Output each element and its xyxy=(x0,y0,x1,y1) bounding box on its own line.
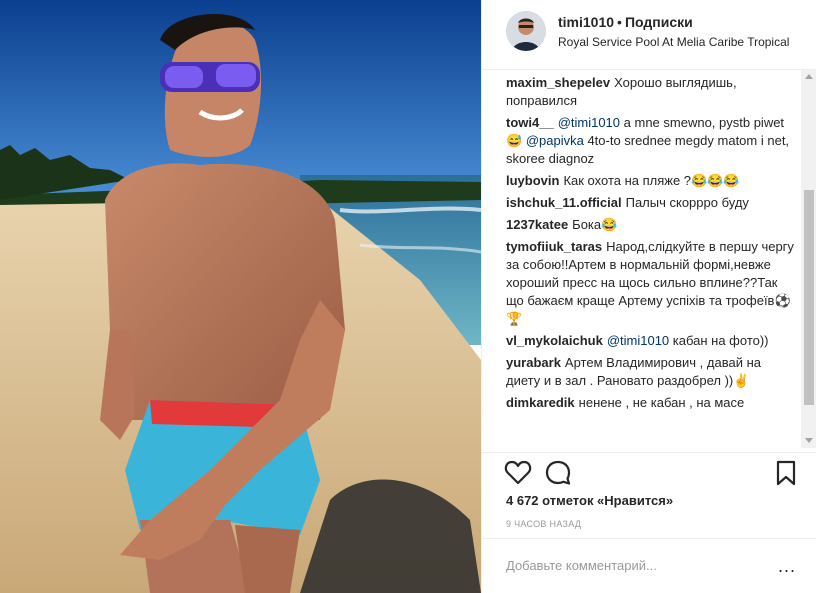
post-header: timi1010 • Подписки Royal Service Pool At … xyxy=(482,0,816,70)
comments-scrollbar[interactable] xyxy=(801,70,816,448)
comment-username[interactable]: tymofiiuk_taras xyxy=(506,239,602,254)
comment-username[interactable]: maxim_shepelev xyxy=(506,75,610,90)
mention-link[interactable]: @papivka xyxy=(526,133,584,148)
mention-link[interactable]: @timi1010 xyxy=(607,333,669,348)
avatar-image xyxy=(506,11,546,51)
comment-item: vl_mykolaichuk @timi1010 кабан на фото)) xyxy=(506,332,796,350)
comment-item: towi4__ @timi1010 a mne smewno, pystb piw… xyxy=(506,114,796,168)
comment-item: maxim_shepelev Хорошо выглядишь, поправил… xyxy=(506,74,796,110)
comment-text: кабан на фото)) xyxy=(669,333,769,348)
separator-dot: • xyxy=(617,14,622,30)
scroll-up-arrow-icon[interactable] xyxy=(805,74,813,79)
comment-username[interactable]: luybovin xyxy=(506,173,559,188)
header-user-line: timi1010 • Подписки xyxy=(558,14,693,30)
comment-item: ishchuk_11.official Палыч скоррро буду xyxy=(506,194,796,212)
comment-username[interactable]: 1237katee xyxy=(506,217,568,232)
post-username[interactable]: timi1010 xyxy=(558,14,614,30)
mention-link[interactable]: @timi1010 xyxy=(558,115,620,130)
comment-username[interactable]: vl_mykolaichuk xyxy=(506,333,603,348)
heart-icon[interactable] xyxy=(504,459,532,487)
scroll-down-arrow-icon[interactable] xyxy=(805,438,813,443)
likes-count[interactable]: 4 672 отметок «Нравится» xyxy=(506,493,673,508)
comment-username[interactable]: yurabark xyxy=(506,355,561,370)
comment-item: tymofiiuk_taras Народ,слідкуйте в першу ч… xyxy=(506,238,796,328)
post-side-panel: timi1010 • Подписки Royal Service Pool At … xyxy=(481,0,816,593)
comment-item: 1237katee Бока😂 xyxy=(506,216,796,234)
comment-text: Как охота на пляже ?😂😂😂 xyxy=(563,173,740,188)
comment-text: Бока😂 xyxy=(572,217,618,232)
beach-photo xyxy=(0,0,481,593)
comment-username[interactable]: dimkaredik xyxy=(506,395,575,410)
post-photo[interactable] xyxy=(0,0,481,593)
comment-text: Палыч скоррро буду xyxy=(625,195,749,210)
comment-username[interactable]: towi4__ xyxy=(506,115,554,130)
comment-text: ненене , не кабан , на масе xyxy=(578,395,745,410)
bookmark-icon[interactable] xyxy=(772,459,800,487)
more-options-button[interactable]: ... xyxy=(778,556,796,577)
follow-button[interactable]: Подписки xyxy=(625,14,693,30)
comment-username[interactable]: ishchuk_11.official xyxy=(506,195,622,210)
post-actions xyxy=(482,452,816,493)
comment-item: yurabark Артем Владимирович , давай на ди… xyxy=(506,354,796,390)
add-comment-bar: Добавьте комментарий... ... xyxy=(482,538,816,593)
add-comment-input[interactable]: Добавьте комментарий... xyxy=(506,558,657,573)
avatar[interactable] xyxy=(506,11,546,51)
scrollbar-thumb[interactable] xyxy=(804,190,814,405)
comment-item: luybovin Как охота на пляже ?😂😂😂 xyxy=(506,172,796,190)
comment-item: dimkaredik ненене , не кабан , на масе xyxy=(506,394,796,412)
comments-list: maxim_shepelev Хорошо выглядишь, поправил… xyxy=(506,74,796,448)
post-location[interactable]: Royal Service Pool At Melia Caribe Tropi… xyxy=(558,35,789,49)
post-timestamp[interactable]: 9 ЧАСОВ НАЗАД xyxy=(506,519,581,529)
comment-icon[interactable] xyxy=(544,459,572,487)
